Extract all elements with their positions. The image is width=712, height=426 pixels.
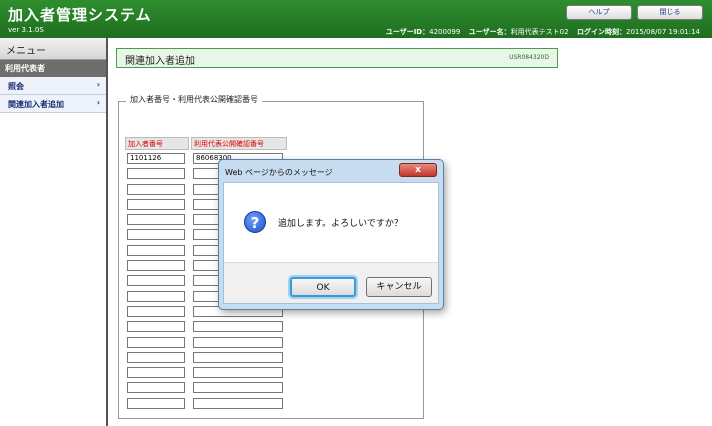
member-number-input[interactable]: 1101126	[127, 153, 185, 164]
close-button[interactable]: 閉じる	[637, 5, 703, 20]
confirm-dialog: Web ページからのメッセージ x ? 追加します。よろしいですか？ OK キャ…	[218, 159, 444, 310]
user-id: 4200099	[429, 28, 461, 36]
app-title: 加入者管理システム	[8, 6, 152, 24]
sidebar-item-inquiry[interactable]: 照会 ›	[0, 77, 106, 95]
login-time: 2015/08/07 19:01:14	[625, 28, 700, 36]
dialog-title: Web ページからのメッセージ	[225, 168, 333, 177]
member-number-input[interactable]	[127, 214, 185, 226]
user-info: ユーザーID：4200099 ユーザー名：利用代表テスト02 ログイン時刻：20…	[386, 27, 706, 37]
confirmation-number-input[interactable]	[193, 321, 283, 333]
member-number-input[interactable]	[127, 168, 185, 180]
dialog-message: 追加します。よろしいですか？	[278, 219, 403, 229]
member-number-input[interactable]	[127, 321, 185, 333]
sidebar-item-label: 関連加入者追加	[8, 100, 64, 109]
sidebar-item-add-related-member[interactable]: 関連加入者追加 ›	[0, 95, 106, 113]
member-number-input[interactable]	[127, 305, 185, 317]
chevron-right-icon: ›	[96, 98, 100, 107]
member-number-input[interactable]	[127, 244, 185, 256]
user-name-label: ユーザー名：	[468, 28, 511, 36]
page-title: 関連加入者追加	[125, 56, 195, 67]
sidebar-item-label: 照会	[8, 82, 24, 91]
member-number-input[interactable]	[127, 275, 185, 287]
menu-group-label: 利用代表者	[0, 60, 106, 77]
confirmation-number-input[interactable]	[193, 382, 283, 394]
dialog-close-button[interactable]: x	[399, 163, 437, 177]
app-header: 加入者管理システム ver 3.1.0S ヘルプ 閉じる ユーザーID：4200…	[0, 0, 712, 38]
app-version: ver 3.1.0S	[8, 26, 44, 34]
member-number-input[interactable]	[127, 351, 185, 363]
user-name: 利用代表テスト02	[510, 28, 569, 36]
menu-title: メニュー	[0, 38, 106, 60]
member-number-input[interactable]	[127, 260, 185, 272]
member-number-input[interactable]	[127, 397, 185, 409]
login-time-label: ログイン時刻：	[576, 28, 626, 36]
dialog-body: ? 追加します。よろしいですか？ OK キャンセル	[223, 182, 439, 304]
member-number-input[interactable]	[127, 367, 185, 379]
confirmation-number-column-header: 利用代表公開確認番号	[191, 137, 287, 150]
question-icon: ?	[244, 211, 266, 233]
member-number-input[interactable]	[127, 382, 185, 394]
confirmation-number-input[interactable]	[193, 351, 283, 363]
chevron-right-icon: ›	[96, 80, 100, 89]
member-number-input[interactable]	[127, 183, 185, 195]
member-number-input[interactable]	[127, 198, 185, 210]
page-title-bar: 関連加入者追加 USR084320D	[116, 48, 558, 68]
sidebar: メニュー 利用代表者 照会 › 関連加入者追加 ›	[0, 38, 108, 426]
dialog-footer: OK キャンセル	[224, 262, 438, 303]
cancel-button[interactable]: キャンセル	[366, 277, 432, 297]
user-id-label: ユーザーID：	[385, 28, 430, 36]
fieldset-legend: 加入者番号・利用代表公開確認番号	[126, 94, 262, 105]
confirmation-number-input[interactable]	[193, 367, 283, 379]
ok-button[interactable]: OK	[290, 277, 356, 297]
member-number-input[interactable]	[127, 229, 185, 241]
member-number-column-header: 加入者番号	[125, 137, 189, 150]
confirmation-number-input[interactable]	[193, 336, 283, 348]
member-number-input[interactable]	[127, 290, 185, 302]
help-button[interactable]: ヘルプ	[566, 5, 632, 20]
page-id: USR084320D	[509, 54, 549, 61]
member-number-input[interactable]	[127, 336, 185, 348]
confirmation-number-input[interactable]	[193, 397, 283, 409]
